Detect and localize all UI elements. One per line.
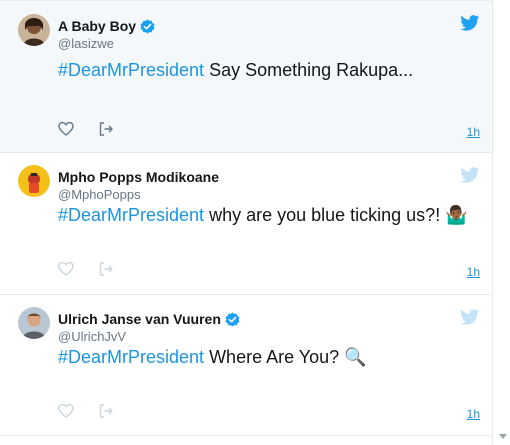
- avatar[interactable]: [18, 307, 50, 339]
- avatar[interactable]: [18, 165, 50, 197]
- hashtag-link[interactable]: #DearMrPresident: [58, 347, 204, 367]
- share-icon[interactable]: [98, 261, 114, 277]
- tweet-timestamp[interactable]: 1h: [467, 125, 480, 139]
- twitter-bird-icon[interactable]: [460, 15, 480, 31]
- author-name[interactable]: A Baby Boy: [58, 18, 136, 34]
- heart-icon[interactable]: [58, 121, 74, 137]
- scroll-down-icon[interactable]: [499, 434, 507, 439]
- author-row: Mpho Popps Modikoane: [58, 169, 219, 185]
- author-name[interactable]: Mpho Popps Modikoane: [58, 169, 219, 185]
- tweet-timestamp[interactable]: 1h: [467, 407, 480, 421]
- tweet-card[interactable]: Ulrich Janse van Vuuren @UlrichJvV #Dear…: [0, 295, 492, 436]
- author-row: A Baby Boy: [58, 18, 155, 34]
- tweet-body: Where Are You?: [204, 347, 345, 367]
- tweet-body: why are you blue ticking us?!: [204, 205, 446, 225]
- twitter-bird-icon[interactable]: [460, 167, 480, 183]
- tweet-actions: [58, 121, 138, 137]
- author-handle[interactable]: @MphoPopps: [58, 187, 141, 202]
- hashtag-link[interactable]: #DearMrPresident: [58, 60, 204, 80]
- heart-icon[interactable]: [58, 261, 74, 277]
- tweet-actions: [58, 261, 138, 277]
- tweet-timestamp[interactable]: 1h: [467, 265, 480, 279]
- magnifier-emoji-icon: 🔍: [344, 347, 367, 367]
- author-row: Ulrich Janse van Vuuren: [58, 311, 240, 327]
- shrug-emoji-icon: 🤷🏾‍♂️: [445, 205, 468, 225]
- twitter-bird-icon[interactable]: [460, 309, 480, 325]
- tweet-text: #DearMrPresident Where Are You? 🔍: [58, 345, 367, 369]
- tweet-actions: [58, 403, 138, 419]
- share-icon[interactable]: [98, 121, 114, 137]
- author-handle[interactable]: @UlrichJvV: [58, 329, 126, 344]
- tweet-card[interactable]: Mpho Popps Modikoane @MphoPopps #DearMrP…: [0, 153, 492, 295]
- tweet-text: #DearMrPresident Say Something Rakupa...: [58, 58, 413, 82]
- scrollbar[interactable]: [496, 0, 510, 445]
- share-icon[interactable]: [98, 403, 114, 419]
- verified-badge-icon: [140, 18, 155, 34]
- tweet-timeline: A Baby Boy @lasizwe #DearMrPresident Say…: [0, 0, 493, 445]
- author-name[interactable]: Ulrich Janse van Vuuren: [58, 311, 221, 327]
- tweet-text: #DearMrPresident why are you blue tickin…: [58, 203, 468, 227]
- verified-badge-icon: [225, 311, 240, 327]
- avatar[interactable]: [18, 14, 50, 46]
- tweet-body: Say Something Rakupa...: [204, 60, 414, 80]
- heart-icon[interactable]: [58, 403, 74, 419]
- author-handle[interactable]: @lasizwe: [58, 36, 114, 51]
- hashtag-link[interactable]: #DearMrPresident: [58, 205, 204, 225]
- tweet-card[interactable]: A Baby Boy @lasizwe #DearMrPresident Say…: [0, 0, 492, 153]
